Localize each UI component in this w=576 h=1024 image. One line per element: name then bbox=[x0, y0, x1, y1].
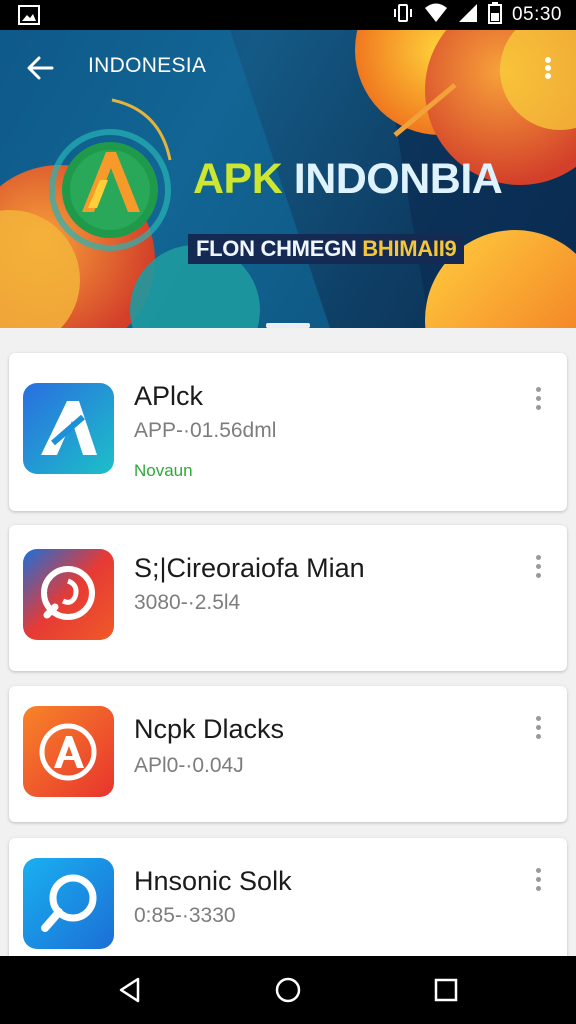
app-meta: APP-·01.56dml bbox=[134, 419, 277, 442]
vibrate-icon bbox=[392, 3, 414, 28]
list-item[interactable]: Ncpk Dlacks APl0-·0.04J bbox=[9, 686, 567, 822]
app-chat-icon bbox=[23, 549, 114, 640]
image-icon bbox=[18, 5, 40, 30]
arrow-left-icon bbox=[27, 56, 54, 80]
signal-icon bbox=[458, 3, 478, 28]
app-search-icon bbox=[23, 858, 114, 949]
app-a-circle-icon bbox=[23, 706, 114, 797]
back-button[interactable] bbox=[22, 50, 62, 86]
banner-subline: FLON CHMEGN BHIMAII9 bbox=[188, 234, 465, 264]
wifi-icon bbox=[424, 3, 448, 28]
nav-back-icon[interactable] bbox=[114, 974, 146, 1006]
app-name: APlck bbox=[134, 381, 204, 411]
app-name: Hnsonic Solk bbox=[134, 866, 292, 896]
app-meta: APl0-·0.04J bbox=[134, 754, 244, 777]
app-bar: INDONESIA bbox=[0, 30, 576, 104]
app-list: APlck APP-·01.56dml Novaun S;|Cireoraiof… bbox=[0, 328, 576, 956]
app-a-icon bbox=[23, 383, 114, 474]
banner-headline-b: INDONBIA bbox=[293, 155, 503, 203]
more-vert-icon bbox=[545, 57, 551, 79]
more-vert-icon[interactable] bbox=[531, 716, 545, 746]
battery-icon bbox=[487, 1, 502, 29]
list-item[interactable]: APlck APP-·01.56dml Novaun bbox=[9, 353, 567, 511]
banner-subline-b: BHIMAII9 bbox=[362, 236, 457, 261]
nav-home-icon[interactable] bbox=[272, 974, 304, 1006]
header-banner: INDONESIA APK INDONBIA FLON CHMEGN BHIMA… bbox=[0, 30, 576, 328]
app-meta: 3080-·2.5l4 bbox=[134, 591, 241, 614]
banner-headline: APK INDONBIA bbox=[193, 155, 503, 204]
more-vert-icon[interactable] bbox=[531, 387, 545, 417]
system-nav-bar bbox=[0, 956, 576, 1024]
more-vert-icon[interactable] bbox=[531, 868, 545, 898]
banner-subline-a: FLON CHMEGN bbox=[196, 236, 357, 261]
overflow-menu-button[interactable] bbox=[538, 50, 558, 86]
list-item[interactable]: Hnsonic Solk 0:85-·3330 bbox=[9, 838, 567, 956]
page-title: INDONESIA bbox=[88, 54, 207, 77]
status-bar: 05:30 bbox=[0, 0, 576, 30]
more-vert-icon[interactable] bbox=[531, 555, 545, 585]
app-name: Ncpk Dlacks bbox=[134, 714, 285, 744]
app-tag: Novaun bbox=[134, 461, 193, 480]
app-meta: 0:85-·3330 bbox=[134, 904, 236, 927]
app-name: S;|Cireoraiofa Mian bbox=[134, 553, 365, 583]
status-time: 05:30 bbox=[511, 4, 562, 25]
banner-headline-a: APK bbox=[193, 155, 283, 203]
nav-recents-icon[interactable] bbox=[430, 974, 462, 1006]
list-item[interactable]: S;|Cireoraiofa Mian 3080-·2.5l4 bbox=[9, 525, 567, 671]
